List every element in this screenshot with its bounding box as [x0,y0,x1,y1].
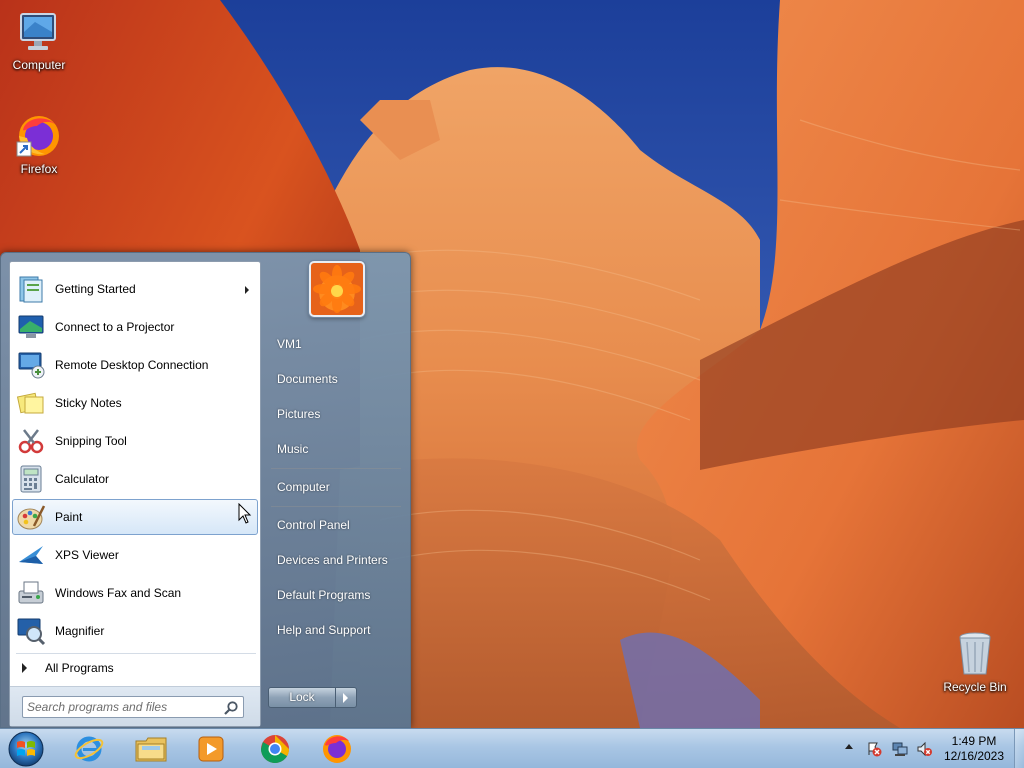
media-player-icon [198,736,224,762]
snipping-tool-icon [15,425,47,457]
search-input[interactable] [27,699,213,715]
firefox-icon [323,735,351,763]
start-menu: Getting Started Connect to a Projector R… [0,252,411,728]
getting-started-icon [15,273,47,305]
place-music[interactable]: Music [269,434,405,464]
program-snipping-tool[interactable]: Snipping Tool [12,423,258,459]
desktop-icon-label: Computer [12,58,66,72]
recycle-bin-icon [959,632,991,675]
internet-explorer-icon [74,736,104,762]
fax-scan-icon [15,577,47,609]
taskbar-media-player[interactable] [184,731,238,767]
show-desktop-button[interactable] [1014,729,1024,768]
network-icon[interactable] [892,741,908,757]
program-calculator[interactable]: Calculator [12,461,258,497]
show-hidden-icons-button[interactable] [845,744,853,749]
file-explorer-icon [135,737,167,762]
place-control-panel[interactable]: Control Panel [269,510,405,540]
desktop-icon-computer[interactable]: Computer [1,8,77,72]
program-magnifier[interactable]: Magnifier [12,613,258,649]
desktop-icon-recycle-bin[interactable]: Recycle Bin [937,630,1013,694]
computer-icon [20,13,56,50]
place-default-programs[interactable]: Default Programs [269,580,405,610]
places-separator [271,506,401,507]
user-account-picture[interactable] [309,261,365,317]
windows-orb-icon [8,731,44,767]
lock-button[interactable]: Lock [268,687,336,708]
search-icon[interactable] [223,700,239,716]
clock-date: 12/16/2023 [943,749,1005,763]
place-devices-and-printers[interactable]: Devices and Printers [269,545,405,575]
place-help-and-support[interactable]: Help and Support [269,615,405,645]
magnifier-icon [15,615,47,647]
volume-muted-icon[interactable] [916,741,932,757]
place-pictures[interactable]: Pictures [269,399,405,429]
all-programs-arrow-icon [22,663,27,673]
projector-icon [15,311,47,343]
desktop-icon-label: Recycle Bin [943,680,1007,694]
all-programs-button[interactable]: All Programs [14,656,258,680]
taskbar-internet-explorer[interactable] [62,731,116,767]
taskbar-file-explorer[interactable] [124,731,178,767]
shutdown-options-arrow-button[interactable] [336,687,357,708]
taskbar-chrome[interactable] [248,731,302,767]
xps-viewer-icon [15,539,47,571]
submenu-arrow-icon [245,286,249,294]
desktop-icon-firefox[interactable]: Firefox [1,112,77,176]
firefox-icon [16,116,59,157]
remote-desktop-icon [15,349,47,381]
program-sticky-notes[interactable]: Sticky Notes [12,385,258,421]
clock-time: 1:49 PM [951,734,997,748]
program-getting-started[interactable]: Getting Started [12,271,258,307]
programs-separator [16,653,256,654]
program-remote-desktop[interactable]: Remote Desktop Connection [12,347,258,383]
taskbar-firefox[interactable] [310,731,364,767]
program-paint[interactable]: Paint [12,499,258,535]
start-button[interactable] [5,730,47,768]
paint-icon [15,501,47,533]
mouse-cursor-icon [238,503,252,524]
desktop-icon-label: Firefox [20,162,58,176]
places-separator [271,468,401,469]
search-box[interactable] [22,696,244,718]
sticky-notes-icon [15,387,47,419]
program-fax-and-scan[interactable]: Windows Fax and Scan [12,575,258,611]
search-area [10,686,260,726]
place-computer[interactable]: Computer [269,472,405,502]
start-menu-programs-pane: Getting Started Connect to a Projector R… [9,261,261,727]
place-user-vm1[interactable]: VM1 [269,329,405,359]
place-documents[interactable]: Documents [269,364,405,394]
chrome-icon [261,735,289,763]
program-xps-viewer[interactable]: XPS Viewer [12,537,258,573]
taskbar: 1:49 PM 12/16/2023 [0,728,1024,768]
action-center-icon[interactable] [866,741,882,757]
program-connect-to-projector[interactable]: Connect to a Projector [12,309,258,345]
calculator-icon [15,463,47,495]
flower-icon [313,265,361,313]
system-clock[interactable]: 1:49 PM 12/16/2023 [940,734,1008,764]
